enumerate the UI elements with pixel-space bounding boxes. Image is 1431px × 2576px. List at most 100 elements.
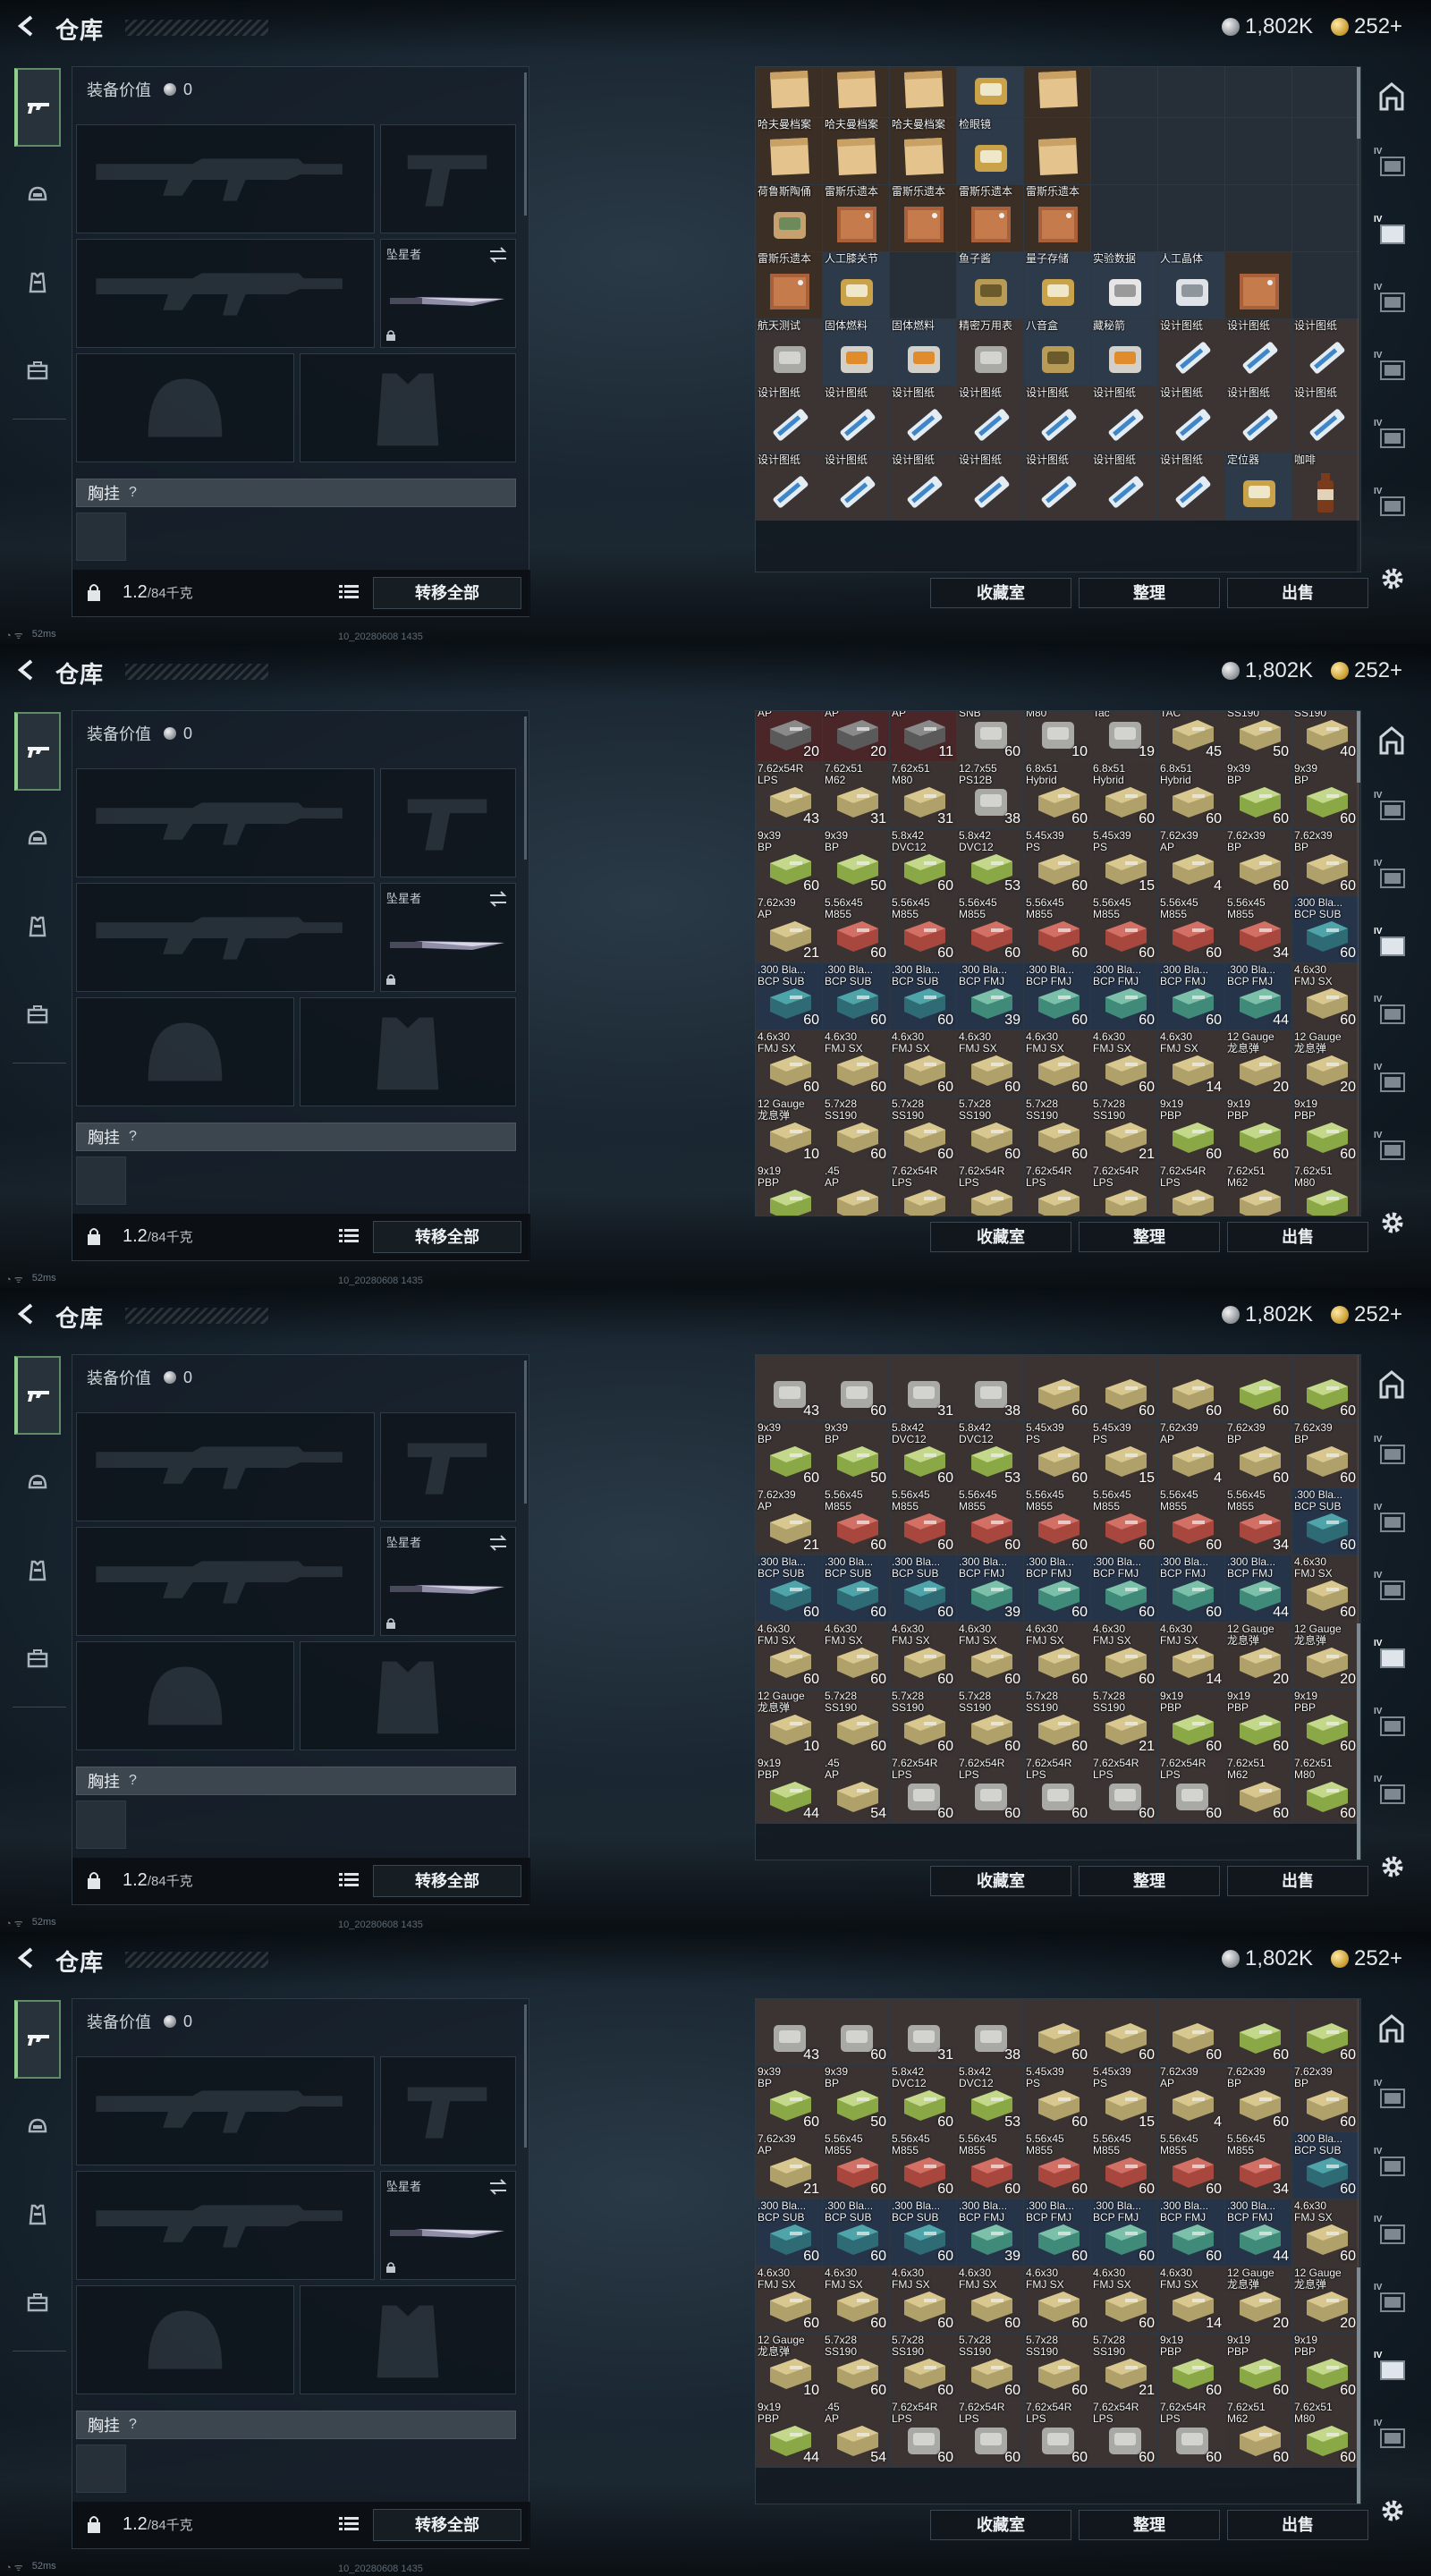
tab-backpack[interactable]	[14, 331, 61, 410]
stash-item-cell[interactable]: 藏秘箭	[1091, 319, 1158, 386]
side-tab-home[interactable]	[1374, 1367, 1410, 1417]
back-button[interactable]	[13, 1945, 39, 1971]
stash-item-cell[interactable]: 设计图纸	[1225, 386, 1292, 453]
side-tab-stash-6[interactable]: IV	[1374, 2419, 1410, 2469]
stash-item-cell[interactable]: 设计图纸	[1091, 386, 1158, 453]
stash-item-cell[interactable]	[1091, 67, 1158, 118]
stash-item-cell[interactable]: .300 Bla... BCP FMJ 60	[1024, 963, 1091, 1030]
pistol-slot[interactable]	[380, 1412, 516, 1521]
stash-item-cell[interactable]: 4.6x30 FMJ SX 60	[1292, 2199, 1359, 2267]
stash-item-cell[interactable]: 5.56x45 M855 60	[1158, 1488, 1225, 1555]
stash-item-cell[interactable]: 设计图纸	[1225, 319, 1292, 386]
side-tab-stash-5[interactable]: IV	[1374, 1063, 1410, 1113]
gold-currency[interactable]: 252+	[1331, 658, 1402, 683]
stash-item-cell[interactable]: 4.6x30 FMJ SX 60	[890, 1623, 957, 1690]
stash-item-cell[interactable]: 5.56x45 M855 34	[1225, 2132, 1292, 2199]
stash-item-cell[interactable]: 38	[957, 1355, 1024, 1421]
stash-item-cell[interactable]: 4.6x30 FMJ SX 60	[957, 1030, 1024, 1097]
stash-item-cell[interactable]: 雷斯乐遗本	[957, 185, 1024, 252]
stash-item-cell[interactable]: 60	[1158, 1355, 1225, 1421]
stash-item-cell[interactable]: .300 Bla... BCP FMJ 60	[1158, 1555, 1225, 1623]
stash-item-cell[interactable]: 12 Gauge 龙息弹 20	[1292, 2267, 1359, 2334]
stash-item-cell[interactable]: 9x39 BP 50	[823, 1421, 890, 1488]
stash-item-cell[interactable]	[1292, 185, 1359, 252]
side-tab-stash-1[interactable]: IV	[1374, 1435, 1410, 1485]
stash-item-cell[interactable]: 5.7x28 SS190 60	[957, 1097, 1024, 1165]
list-icon[interactable]	[339, 1228, 359, 1244]
stash-item-cell[interactable]: 5.45x39 PS 60	[1024, 2065, 1091, 2132]
stash-item-cell[interactable]: 5.8x42 DVC12 53	[957, 829, 1024, 896]
stash-item-cell[interactable]: 4.6x30 FMJ SX 60	[1024, 1623, 1091, 1690]
stash-item-cell[interactable]: 7.62x51 M80	[1292, 1165, 1359, 1216]
armor-slot[interactable]	[300, 2285, 516, 2394]
stash-item-cell[interactable]	[1158, 67, 1225, 118]
stash-item-cell[interactable]: 设计图纸	[957, 453, 1024, 521]
stash-item-cell[interactable]: 4.6x30 FMJ SX 60	[756, 2267, 823, 2334]
stash-item-cell[interactable]: 咖啡	[1292, 453, 1359, 521]
stash-item-cell[interactable]: 60	[1292, 1355, 1359, 1421]
helmet-slot[interactable]	[76, 2285, 294, 2394]
tab-backpack[interactable]	[14, 1619, 61, 1698]
stash-item-cell[interactable]: 检眼镜	[957, 67, 1024, 118]
sort-button[interactable]: 整理	[1079, 2510, 1220, 2540]
stash-item-cell[interactable]: 4.6x30 FMJ SX 60	[823, 1623, 890, 1690]
stash-item-cell[interactable]: 5.7x28 SS190 50	[1225, 711, 1292, 762]
helmet-slot[interactable]	[76, 997, 294, 1106]
back-button[interactable]	[13, 657, 39, 683]
stash-item-cell[interactable]: 设计图纸	[756, 386, 823, 453]
secondary-weapon-slot[interactable]	[76, 883, 375, 992]
transfer-all-button[interactable]: 转移全部	[373, 2509, 521, 2541]
stash-item-cell[interactable]: 4.6x30 FMJ SX 60	[823, 2267, 890, 2334]
help-icon[interactable]: ?	[129, 485, 137, 501]
tab-armor[interactable]	[14, 1531, 61, 1610]
helmet-slot[interactable]	[76, 353, 294, 462]
stash-item-cell[interactable]: 哈夫曼档案	[890, 67, 957, 118]
stash-item-cell[interactable]: 9x39 BP 60	[756, 1421, 823, 1488]
stash-item-cell[interactable]: 设计图纸	[890, 386, 957, 453]
side-tab-stash-4[interactable]: IV	[1374, 995, 1410, 1045]
stash-item-cell[interactable]	[1158, 185, 1225, 252]
stash-item-cell[interactable]: 6.8x51 Hybrid 60	[1024, 762, 1091, 829]
stash-item-cell[interactable]: 设计图纸	[1024, 453, 1091, 521]
transfer-all-button[interactable]: 转移全部	[373, 577, 521, 609]
stash-item-cell[interactable]: 7.62x39 BP 60	[1225, 829, 1292, 896]
stash-scrollbar[interactable]	[1357, 711, 1360, 1216]
stash-item-cell[interactable]: .300 Bla... BCP SUB 60	[890, 1555, 957, 1623]
stash-item-cell[interactable]: 5.7x28 SS190 21	[1091, 1690, 1158, 1757]
stash-item-cell[interactable]: 7.62x39 BP 60	[1292, 829, 1359, 896]
stash-scrollbar[interactable]	[1357, 1355, 1360, 1860]
stash-item-cell[interactable]: 5.7x28 SS190 60	[1024, 2334, 1091, 2401]
stash-item-cell[interactable]: 鱼子酱	[957, 252, 1024, 319]
side-tab-stash-2[interactable]: IV	[1374, 215, 1410, 265]
collection-room-button[interactable]: 收藏室	[930, 2510, 1071, 2540]
stash-item-cell[interactable]: FTX Tac 19	[1091, 711, 1158, 762]
pistol-slot[interactable]	[380, 2056, 516, 2165]
stash-item-cell[interactable]: 哈夫曼档案	[823, 67, 890, 118]
melee-slot[interactable]: 坠星者	[380, 883, 516, 992]
equipment-scrollbar[interactable]	[524, 716, 527, 860]
stash-item-cell[interactable]: 5.7x28 SS190 60	[1024, 1690, 1091, 1757]
stash-item-cell[interactable]	[1225, 185, 1292, 252]
stash-item-cell[interactable]: .45 AP	[823, 1165, 890, 1216]
stash-item-cell[interactable]: .45 AP 54	[823, 2401, 890, 2468]
stash-item-cell[interactable]: .300 Bla... BCP SUB 60	[1292, 2132, 1359, 2199]
side-tab-stash-4[interactable]: IV	[1374, 1639, 1410, 1689]
tab-helmet[interactable]	[14, 156, 61, 234]
side-tab-stash-2[interactable]: IV	[1374, 859, 1410, 909]
stash-item-cell[interactable]: 7.62x54R LPS 60	[1158, 2401, 1225, 2468]
stash-item-cell[interactable]: 实验数据	[1091, 252, 1158, 319]
stash-item-cell[interactable]	[890, 252, 957, 319]
stash-item-cell[interactable]: 9x19 PBP 44	[756, 1757, 823, 1824]
stash-item-cell[interactable]: 5.7x28 SS190 40	[1292, 711, 1359, 762]
stash-item-cell[interactable]: 43	[756, 1999, 823, 2065]
side-tab-stash-3[interactable]: IV	[1374, 283, 1410, 333]
armor-slot[interactable]	[300, 353, 516, 462]
stash-item-cell[interactable]: 7.62x54R LPS 60	[957, 1757, 1024, 1824]
stash-item-cell[interactable]: .300 Bla... BCP FMJ 60	[1024, 2199, 1091, 2267]
stash-item-cell[interactable]: 60	[1225, 1999, 1292, 2065]
stash-item-cell[interactable]: 9x19 PBP 60	[1292, 1690, 1359, 1757]
stash-item-cell[interactable]: 5.56x45 M855 60	[957, 1488, 1024, 1555]
stash-scroll-thumb[interactable]	[1357, 2267, 1360, 2504]
stash-item-cell[interactable]: .300 Bla... BCP SUB 60	[756, 1555, 823, 1623]
swap-icon[interactable]	[488, 891, 508, 907]
